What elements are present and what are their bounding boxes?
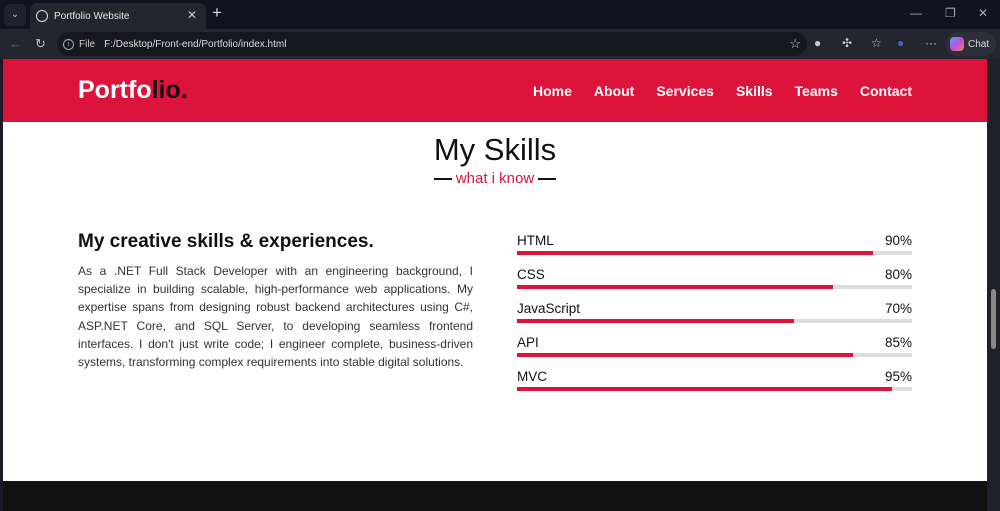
skill-progress-track — [517, 251, 912, 255]
back-icon[interactable]: ← — [9, 36, 22, 51]
skill-progress-track — [517, 285, 912, 289]
extension-avatar-icon[interactable]: ● — [814, 36, 821, 50]
skill-item: MVC 95% — [517, 369, 912, 391]
nav-menu: Home About Services Skills Teams Contact — [533, 83, 912, 99]
scrollbar-thumb[interactable] — [991, 289, 996, 349]
refresh-icon[interactable]: ↻ — [35, 36, 46, 52]
skill-name: JavaScript — [517, 301, 581, 316]
page-viewport: Portfolio. Home About Services Skills Te… — [3, 59, 987, 511]
copilot-chat-button[interactable]: Chat — [946, 32, 996, 56]
skill-percent: 70% — [884, 301, 912, 316]
skill-percent: 85% — [884, 335, 912, 350]
skill-progress-fill — [517, 353, 853, 357]
url-text[interactable]: F:/Desktop/Front-end/Portfolio/index.htm… — [104, 39, 286, 50]
brand-logo[interactable]: Portfolio. — [78, 76, 188, 105]
skill-percent: 95% — [884, 369, 912, 384]
nav-about[interactable]: About — [594, 83, 634, 99]
tab-title: Portfolio Website — [54, 10, 130, 22]
subtitle-text: what i know — [455, 170, 535, 187]
profile-avatar-icon[interactable]: ● — [897, 36, 904, 50]
extensions-puzzle-icon[interactable]: ✣ — [842, 36, 852, 50]
site-navbar: Portfolio. Home About Services Skills Te… — [3, 59, 987, 122]
skills-description: My creative skills & experiences. As a .… — [78, 231, 473, 403]
skill-item: CSS 80% — [517, 267, 912, 289]
favorite-star-icon[interactable]: ☆ — [789, 36, 801, 52]
nav-home[interactable]: Home — [533, 83, 572, 99]
nav-services[interactable]: Services — [656, 83, 714, 99]
skill-progress-fill — [517, 285, 833, 289]
skill-percent: 80% — [884, 267, 912, 282]
divider-right — [538, 177, 557, 180]
footer-section — [3, 481, 987, 511]
nav-teams[interactable]: Teams — [795, 83, 838, 99]
skill-name: MVC — [517, 369, 547, 384]
skill-progress-fill — [517, 251, 873, 255]
address-bar[interactable]: i File F:/Desktop/Front-end/Portfolio/in… — [57, 32, 807, 56]
skill-percent: 90% — [884, 233, 912, 248]
skill-progress-track — [517, 353, 912, 357]
minimize-button[interactable]: — — [910, 6, 922, 20]
skill-name: HTML — [517, 233, 554, 248]
skill-progress-fill — [517, 319, 794, 323]
close-tab-icon[interactable]: ✕ — [187, 8, 197, 22]
nav-contact[interactable]: Contact — [860, 83, 912, 99]
skill-item: API 85% — [517, 335, 912, 357]
skill-name: API — [517, 335, 539, 350]
skill-name: CSS — [517, 267, 545, 282]
skills-heading: My creative skills & experiences. — [78, 231, 374, 252]
skill-item: HTML 90% — [517, 233, 912, 255]
browser-tab[interactable]: Portfolio Website ✕ — [30, 3, 206, 29]
copilot-icon — [950, 37, 964, 51]
skill-progress-track — [517, 319, 912, 323]
address-bar-row: ← ↻ i File F:/Desktop/Front-end/Portfoli… — [0, 29, 1000, 59]
new-tab-button[interactable]: + — [212, 3, 222, 23]
section-subtitle: what i know — [3, 170, 987, 187]
globe-icon — [36, 10, 48, 22]
tab-bar: ⌄ Portfolio Website ✕ + — ❐ ✕ — [0, 0, 1000, 29]
skills-paragraph: As a .NET Full Stack Developer with an e… — [78, 264, 473, 370]
section-title: My Skills — [433, 132, 557, 167]
tab-actions-menu-button[interactable]: ⌄ — [4, 4, 26, 26]
more-options-icon[interactable]: ··· — [925, 36, 937, 50]
close-window-button[interactable]: ✕ — [978, 6, 988, 20]
skill-progress-fill — [517, 387, 893, 391]
restore-button[interactable]: ❐ — [945, 6, 956, 20]
brand-accent: lio. — [151, 76, 188, 104]
nav-skills[interactable]: Skills — [736, 83, 773, 99]
url-scheme-label: File — [79, 38, 96, 50]
skill-item: JavaScript 70% — [517, 301, 912, 323]
skill-progress-track — [517, 387, 912, 391]
info-icon[interactable]: i — [63, 38, 74, 50]
brand-main: Portfo — [78, 76, 152, 104]
divider-left — [433, 177, 452, 180]
chat-label: Chat — [968, 38, 990, 50]
skill-bars: HTML 90% CSS 80% JavaScript 70% API 85% MVC 95% — [517, 233, 912, 403]
scrollbar[interactable] — [987, 59, 1000, 511]
favorites-icon[interactable]: ☆ — [871, 36, 882, 50]
